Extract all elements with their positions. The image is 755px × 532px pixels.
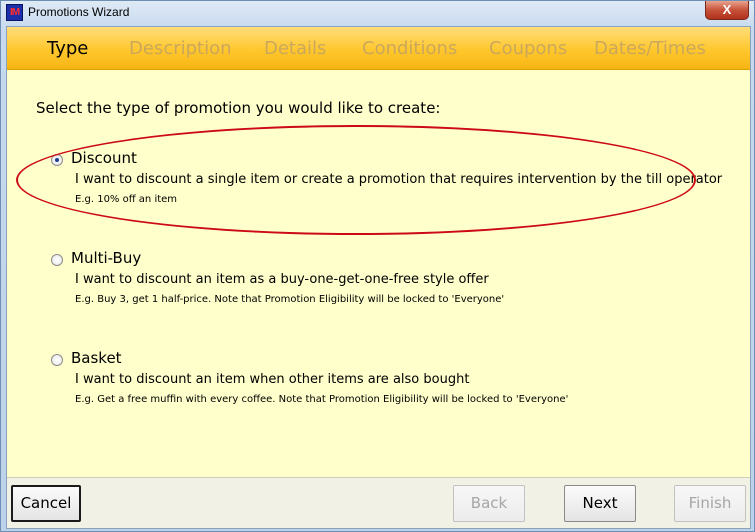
next-button[interactable]: Next <box>564 485 636 522</box>
wizard-step-bar: Type Description Details Conditions Coup… <box>7 27 750 70</box>
basket-description: I want to discount an item when other it… <box>75 372 470 387</box>
multi-buy-label[interactable]: Multi-Buy <box>71 249 141 267</box>
wizard-button-bar: Cancel Back Next Finish <box>7 477 750 528</box>
multi-buy-example: E.g. Buy 3, get 1 half-price. Note that … <box>75 294 505 305</box>
step-description[interactable]: Description <box>129 38 232 59</box>
multi-buy-radio[interactable] <box>51 254 63 266</box>
app-icon: IM <box>6 4 23 21</box>
basket-radio[interactable] <box>51 354 63 366</box>
basket-example: E.g. Get a free muffin with every coffee… <box>75 394 569 405</box>
multi-buy-description: I want to discount an item as a buy-one-… <box>75 272 489 287</box>
title-bar[interactable]: IM Promotions Wizard X <box>1 1 754 25</box>
step-type[interactable]: Type <box>47 38 88 59</box>
close-button[interactable]: X <box>705 1 749 20</box>
wizard-client-area: Type Description Details Conditions Coup… <box>6 26 751 529</box>
promotion-type-prompt: Select the type of promotion you would l… <box>36 99 441 117</box>
discount-example: E.g. 10% off an item <box>75 194 178 205</box>
step-coupons[interactable]: Coupons <box>489 38 567 59</box>
step-dates-times[interactable]: Dates/Times <box>594 38 706 59</box>
basket-label[interactable]: Basket <box>71 349 122 367</box>
promotions-wizard-window: IM Promotions Wizard X Type Description … <box>0 0 755 532</box>
step-conditions[interactable]: Conditions <box>362 38 457 59</box>
back-button[interactable]: Back <box>453 485 525 522</box>
window-title: Promotions Wizard <box>28 5 130 19</box>
step-details[interactable]: Details <box>264 38 326 59</box>
finish-button[interactable]: Finish <box>674 485 746 522</box>
discount-radio[interactable] <box>51 154 63 166</box>
discount-label[interactable]: Discount <box>71 149 137 167</box>
discount-description: I want to discount a single item or crea… <box>75 172 723 187</box>
cancel-button[interactable]: Cancel <box>11 485 81 522</box>
